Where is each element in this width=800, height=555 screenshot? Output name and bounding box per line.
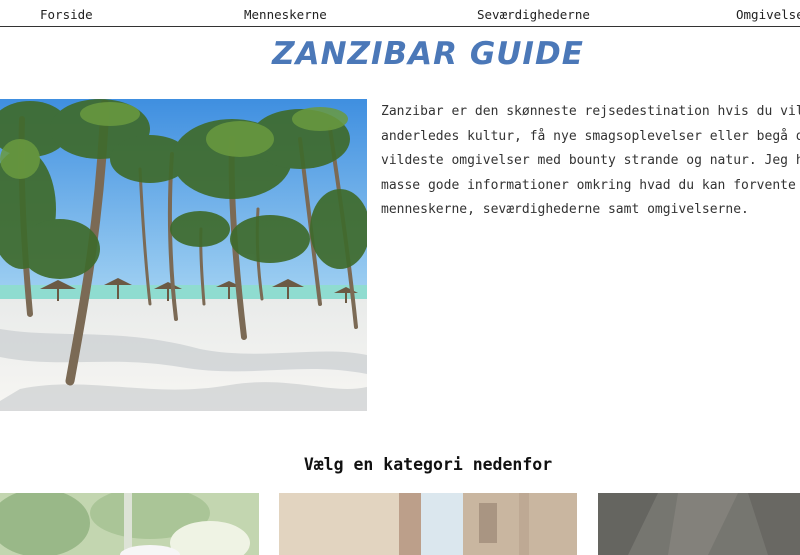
intro-line: menneskerne, seværdighederne samt omgive… [381,202,749,217]
intro-line: anderledes kultur, få nye smagsoplevelse… [381,128,800,144]
nav-link-forside[interactable]: Forside [40,7,93,22]
nav-link-svaerdighederne[interactable]: Seværdighederne [477,7,590,22]
category-card-menneskerne[interactable] [0,493,259,555]
hero-beach-image [0,99,367,411]
intro-line: masse gode informationer omkring hvad du… [381,177,800,193]
intro-paragraph: Zanzibar er den skønneste rejsedestinati… [381,100,800,230]
category-card-svaerdighederne[interactable] [279,493,577,555]
nav-link-menneskerne[interactable]: Menneskerne [244,7,327,22]
intro-line: vildeste omgivelser med bounty strande o… [381,153,800,168]
category-card-omgivelserne[interactable] [598,493,800,555]
page-title: Zanzibar Guide [272,36,584,72]
category-heading: Vælg en kategori nedenfor [303,455,553,474]
nav-link-omgivelserne[interactable]: Omgivelserne [736,7,800,22]
intro-line: Zanzibar er den skønneste rejsedestinati… [381,104,800,119]
top-navigation: Forside Menneskerne Seværdighederne Omgi… [0,0,800,27]
